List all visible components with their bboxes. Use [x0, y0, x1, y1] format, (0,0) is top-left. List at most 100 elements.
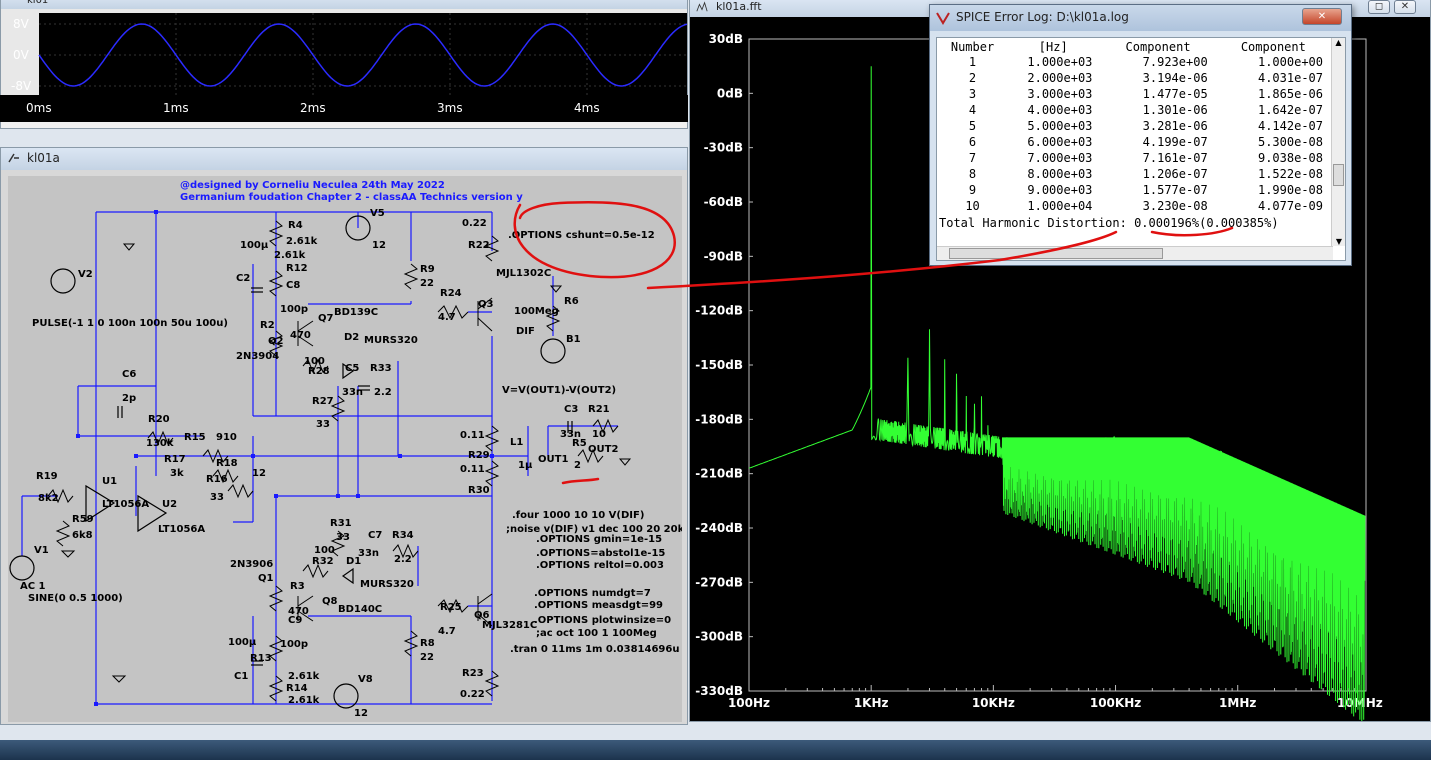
lbl-v2: V2	[78, 269, 93, 280]
taskbar[interactable]	[0, 740, 1431, 760]
schematic-titlebar[interactable]: kl01a	[1, 148, 687, 170]
table-cell: 1.000e+03	[1027, 55, 1093, 69]
schematic-icon	[8, 153, 19, 163]
spice-log-window[interactable]: SPICE Error Log: D:\kl01a.log ✕ Number […	[929, 4, 1352, 266]
table-row: 7 7.000e+03 7.161e-07 9.038e-08	[939, 150, 1331, 166]
lbl-c8: C8	[286, 280, 300, 291]
fft-x-tick-label: 100Hz	[728, 696, 770, 710]
lbl-d1: D1	[346, 556, 361, 567]
log-close-button[interactable]: ✕	[1302, 8, 1342, 25]
lbl-r30: R30	[468, 485, 490, 496]
table-header-row: Number [Hz] Component Component	[939, 40, 1331, 54]
table-cell: 4.000e+03	[1027, 103, 1093, 117]
scroll-thumb[interactable]	[1333, 164, 1344, 186]
lbl-r31: R31	[330, 518, 352, 529]
lbl-r16: R16	[206, 474, 228, 485]
log-hscrollbar[interactable]	[937, 246, 1333, 260]
schem-header2: Germanium foudation Chapter 2 - classAA …	[180, 192, 523, 203]
lbl-r2v: 470	[290, 330, 311, 341]
lbl-r23: R23	[462, 668, 484, 679]
table-cell: 9.038e-08	[1257, 151, 1323, 165]
table-cell: 8	[968, 167, 977, 181]
table-row: 1 1.000e+03 7.923e+00 1.000e+00	[939, 54, 1331, 70]
table-cell: 1	[968, 55, 977, 69]
lbl-v1: V1	[34, 545, 49, 556]
table-cell: 1.865e-06	[1257, 87, 1323, 101]
table-cell: 9	[968, 183, 977, 197]
table-row: 10 1.000e+04 3.230e-08 4.077e-09	[939, 198, 1331, 214]
lbl-r18: R18	[216, 458, 238, 469]
wave-x-axis: 0ms 1ms 2ms 3ms 4ms	[26, 101, 600, 115]
table-cell: 3.194e-06	[1142, 71, 1208, 85]
lbl-dif: DIF	[516, 326, 535, 337]
lbl-r32v: 100	[314, 545, 335, 556]
directive: .OPTIONS plotwinsize=0	[534, 615, 671, 626]
fft-close-button[interactable]: ✕	[1394, 0, 1416, 14]
table-cell: 4.077e-09	[1257, 199, 1323, 213]
lbl-r29: R29	[468, 450, 490, 461]
log-title: SPICE Error Log: D:\kl01a.log	[956, 10, 1129, 24]
lbl-r17: R17	[164, 454, 186, 465]
thd-label: Total Harmonic Distortion:	[939, 216, 1127, 230]
lbl-out1: OUT1	[538, 454, 568, 465]
lbl-d2: D2	[344, 332, 359, 343]
lbl-sine: SINE(0 0.5 1000)	[28, 593, 123, 604]
lbl-ac1: AC 1	[20, 581, 46, 592]
lbl-r2: R2	[260, 320, 275, 331]
table-cell: 5.000e+03	[1027, 119, 1093, 133]
table-cell: 7	[968, 151, 977, 165]
lbl-2n3904: 2N3904	[236, 351, 279, 362]
table-cell: 10	[965, 199, 980, 213]
lbl-r23v: 0.22	[460, 689, 485, 700]
scroll-down-arrow[interactable]: ▼	[1332, 237, 1345, 246]
waveform-titlebar[interactable]: kl01	[1, 0, 687, 9]
table-row: 2 2.000e+03 3.194e-06 4.031e-07	[939, 70, 1331, 86]
lbl-q3: Q3	[478, 299, 494, 310]
table-cell: 1.206e-07	[1142, 167, 1208, 181]
lbl-v8: V8	[358, 674, 373, 685]
lbl-r14v: 2.61k	[288, 695, 320, 706]
wave-y-label: 0V	[13, 48, 30, 62]
fft-y-tick-label: -180dB	[695, 412, 743, 426]
directive: .tran 0 11ms 1m 0.03814696u	[510, 644, 679, 655]
fft-y-tick-label: 30dB	[709, 32, 743, 46]
pulse-spec: PULSE(-1 1 0 100n 100n 50u 100u)	[32, 318, 228, 329]
scroll-up-arrow[interactable]: ▲	[1332, 38, 1345, 47]
lbl-r3: R3	[290, 581, 305, 592]
lbl-r34v: 2.2	[394, 554, 412, 565]
lbl-r15v: 910	[216, 432, 237, 443]
fft-restore-button[interactable]: ◻	[1368, 0, 1390, 14]
thd-value: 0.000196%(0.000385%)	[1134, 216, 1279, 230]
lbl-r25: R25	[440, 602, 462, 613]
table-cell: 7.161e-07	[1142, 151, 1208, 165]
table-cell: 7.923e+00	[1142, 55, 1208, 69]
lbl-r31v: 33	[336, 532, 350, 543]
log-content[interactable]: Number [Hz] Component Component 1 1.000e+…	[936, 37, 1346, 261]
log-vscrollbar[interactable]: ▲ ▼	[1331, 38, 1345, 246]
schematic-canvas[interactable]: @designed by Corneliu Neculea 24th May 2…	[8, 176, 682, 722]
table-cell: 1.577e-07	[1142, 183, 1208, 197]
table-cell: 6	[968, 135, 977, 149]
table-cell: 9.000e+03	[1027, 183, 1093, 197]
table-cell: 4.031e-07	[1257, 71, 1323, 85]
fft-y-tick-label: -90dB	[704, 249, 743, 263]
table-cell: 1.000e+04	[1027, 199, 1093, 213]
directive: .OPTIONS gmin=1e-15	[536, 534, 662, 545]
wave-x-tick: 2ms	[300, 101, 326, 115]
lbl-r9v: 22	[420, 278, 434, 289]
lbl-2n3906: 2N3906	[230, 559, 273, 570]
table-cell: 4.199e-07	[1142, 135, 1208, 149]
directive: .OPTIONS=abstol1e-15	[536, 548, 665, 559]
lbl-r6: R6	[564, 296, 579, 307]
lbl-r29b: 0.11	[460, 464, 485, 475]
lbl-r12v: 2.61k	[274, 250, 306, 261]
table-cell: 3.000e+03	[1027, 87, 1093, 101]
table-cell: 7.000e+03	[1027, 151, 1093, 165]
col-header: [Hz]	[1038, 40, 1068, 54]
lbl-100u: 100µ	[240, 240, 269, 251]
lbl-r6v: 100Meg	[514, 306, 559, 317]
lbl-r22v: 0.22	[462, 218, 487, 229]
schematic-window[interactable]: kl01a @designed by Corneliu Neculea 24th…	[0, 147, 688, 725]
hscroll-thumb[interactable]	[949, 248, 1163, 259]
log-titlebar[interactable]: SPICE Error Log: D:\kl01a.log ✕	[930, 5, 1351, 31]
